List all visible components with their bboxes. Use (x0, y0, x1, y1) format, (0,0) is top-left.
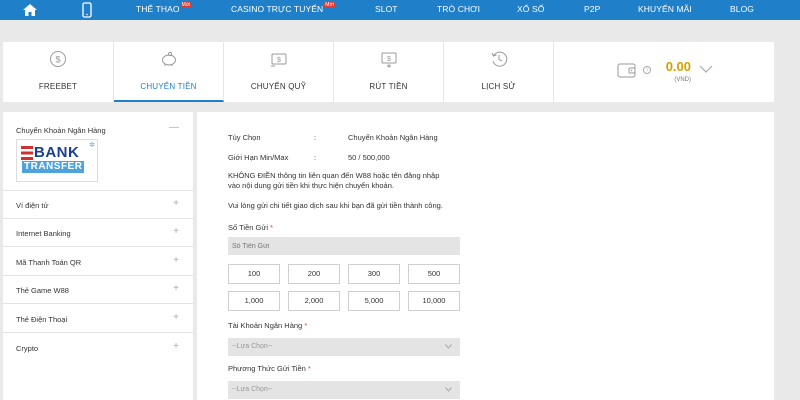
required-mark: * (270, 223, 274, 232)
info-icon[interactable]: i (643, 66, 651, 74)
withdraw-icon: $ (381, 52, 396, 68)
mobile-phone-icon[interactable] (82, 2, 92, 18)
deposit-method-select[interactable]: --Lựa Chọn-- (228, 381, 460, 399)
sidebar-item-phone-card[interactable]: Thẻ Điện Thoại + (3, 304, 193, 333)
tab-fund-transfer[interactable]: $ CHUYỂN QUỸ (224, 42, 334, 102)
limit-separator: : (314, 153, 317, 162)
bank-account-label: Tài Khoản Ngân Hàng * (228, 321, 308, 330)
transfer-logo-text: TRANSFER (22, 161, 84, 173)
quick-amount-button[interactable]: 2,000 (288, 291, 340, 311)
sidebar-item-qr-payment[interactable]: Mã Thanh Toán QR + (3, 247, 193, 276)
select-value: --Lựa Chọn-- (232, 343, 273, 350)
notice-text: vào nội dung gửi tiền khi thực hiện chuy… (228, 181, 394, 190)
sidebar-item-internet-banking[interactable]: Internet Banking + (3, 219, 193, 247)
bank-logo-bars-icon (21, 146, 33, 160)
wallet-balance: i 0.00 (VND) (603, 42, 774, 102)
expand-icon[interactable]: + (173, 341, 179, 352)
sidebar-item-label: Crypto (16, 344, 39, 353)
account-tabs: $ FREEBET CHUYỂN TIỀN $ CHUYỂN QUỸ $ RÚT… (3, 42, 774, 102)
bank-transfer-logo[interactable]: BANK TRANSFER ✲ (16, 139, 98, 182)
sidebar-item-label: Mã Thanh Toán QR (16, 258, 82, 267)
expand-icon[interactable]: + (173, 198, 179, 209)
tab-history[interactable]: LỊCH SỬ (444, 42, 554, 102)
deposit-method-label: Phương Thức Gửi Tiền * (228, 364, 311, 373)
option-label: Tùy Chọn (228, 133, 261, 142)
expand-icon[interactable]: + (173, 255, 179, 266)
sidebar-item-game-card[interactable]: Thẻ Game W88 + (3, 276, 193, 304)
notice-text: KHÔNG ĐIỀN thông tin liên quan đến W88 h… (228, 171, 440, 180)
limit-label: Giới Hạn Min/Max (228, 153, 289, 162)
nav-games[interactable]: TRÒ CHƠI (437, 4, 480, 14)
quick-amount-button[interactable]: 300 (348, 264, 400, 284)
sidebar-item-label: Thẻ Game W88 (16, 286, 69, 295)
deposit-methods-sidebar: Chuyển Khoản Ngân Hàng — BANK TRANSFER ✲… (3, 112, 193, 400)
limit-value: 50 / 500,000 (348, 153, 390, 162)
tab-freebet[interactable]: $ FREEBET (3, 42, 114, 102)
svg-text:$: $ (387, 56, 391, 63)
quick-amount-button[interactable]: 10,000 (408, 291, 460, 311)
amount-label: Số Tiền Gửi * (228, 223, 274, 232)
quick-amount-button[interactable]: 500 (408, 264, 460, 284)
quick-amount-button[interactable]: 5,000 (348, 291, 400, 311)
quick-amount-button[interactable]: 200 (288, 264, 340, 284)
sidebar-item-label: Thẻ Điện Thoại (16, 315, 68, 324)
amount-input[interactable] (228, 237, 460, 255)
tab-label: FREEBET (38, 82, 78, 91)
required-mark: * (304, 321, 308, 330)
nav-lottery[interactable]: XỔ SỐ (517, 4, 544, 14)
deposit-form: Tùy Chọn : Chuyển Khoản Ngân Hàng Giới H… (197, 112, 774, 400)
new-badge: Mới (180, 2, 192, 8)
nav-live-casino[interactable]: CASINO TRỰC TUYẾN Mới (231, 2, 336, 14)
history-icon (491, 51, 507, 67)
select-value: --Lựa Chọn-- (232, 386, 273, 393)
dollar-coin-icon: $ (50, 51, 66, 67)
quick-amount-button[interactable]: 1,000 (228, 291, 280, 311)
tab-label: LỊCH SỬ (481, 82, 516, 91)
nav-sports[interactable]: THỂ THAO Mới (136, 2, 192, 14)
tab-label: RÚT TIỀN (369, 82, 408, 91)
expand-icon[interactable]: + (173, 226, 179, 237)
svg-text:$: $ (277, 57, 281, 64)
expand-icon[interactable]: + (173, 312, 179, 323)
balance-currency: (VND) (674, 77, 691, 83)
transfer-icon: $ (270, 53, 286, 67)
nav-blog[interactable]: BLOG (730, 4, 754, 14)
sidebar-item-label: Chuyển Khoản Ngân Hàng (16, 126, 106, 135)
nav-slot[interactable]: SLOT (375, 4, 398, 14)
bank-account-select[interactable]: --Lựa Chọn-- (228, 338, 460, 356)
top-navigation: THỂ THAO Mới CASINO TRỰC TUYẾN Mới SLOT TR… (0, 0, 800, 20)
new-badge: Mới (324, 2, 336, 8)
expand-icon[interactable]: + (173, 283, 179, 294)
quick-amount-button[interactable]: 100 (228, 264, 280, 284)
sidebar-item-crypto[interactable]: Crypto + (3, 333, 193, 362)
sidebar-item-bank-transfer[interactable]: Chuyển Khoản Ngân Hàng — BANK TRANSFER ✲ (3, 112, 193, 191)
wallet-icon (617, 63, 636, 78)
nav-promotions[interactable]: KHUYẾN MÃI (638, 4, 692, 14)
tab-withdraw[interactable]: $ RÚT TIỀN (334, 42, 444, 102)
tab-label: CHUYỂN QUỸ (250, 82, 307, 91)
star-icon: ✲ (89, 142, 95, 149)
required-mark: * (307, 364, 311, 373)
bank-logo-text: BANK (34, 144, 80, 161)
sidebar-item-e-wallet[interactable]: Ví điện tử + (3, 191, 193, 219)
piggy-bank-icon (161, 51, 176, 66)
notice-text: Vui lòng gửi chi tiết giao dịch sau khi … (228, 201, 443, 210)
option-separator: : (314, 133, 317, 142)
sidebar-item-label: Ví điện tử (16, 201, 49, 210)
svg-text:$: $ (55, 55, 60, 65)
chevron-down-icon[interactable] (699, 64, 713, 74)
chevron-down-icon (445, 344, 452, 349)
nav-p2p[interactable]: P2P (584, 4, 600, 14)
tab-deposit[interactable]: CHUYỂN TIỀN (114, 42, 224, 102)
collapse-icon[interactable]: — (169, 122, 179, 133)
home-icon[interactable] (22, 3, 38, 17)
tab-label: CHUYỂN TIỀN (140, 82, 197, 91)
sidebar-item-label: Internet Banking (16, 229, 71, 238)
option-value: Chuyển Khoản Ngân Hàng (348, 133, 438, 142)
chevron-down-icon (445, 387, 452, 392)
balance-amount: 0.00 (665, 59, 691, 74)
